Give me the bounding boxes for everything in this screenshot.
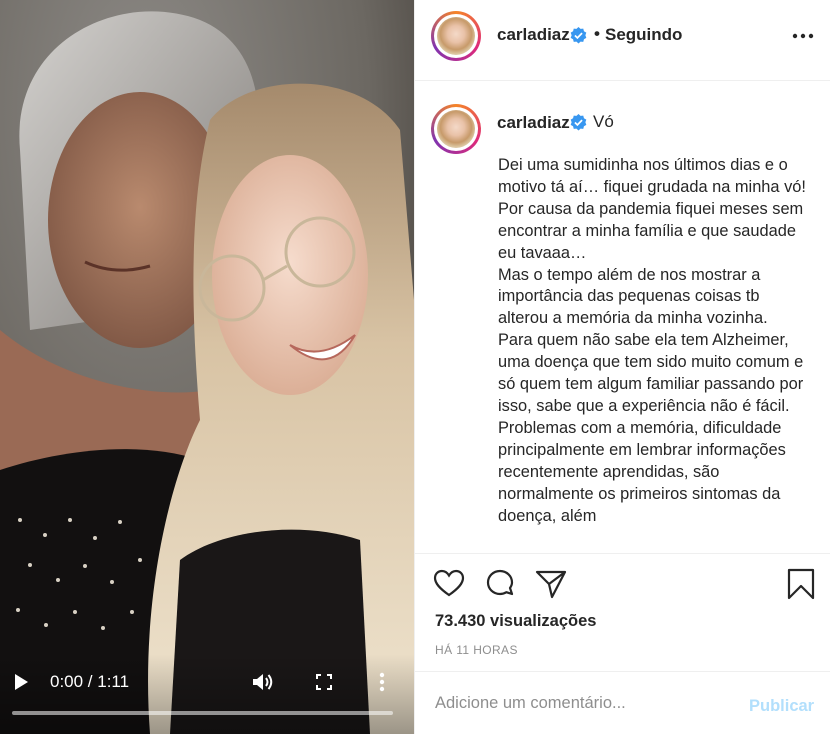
post-panel: carladiaz • Seguindo carladiaz Vó Dei um…	[414, 0, 830, 734]
following-button[interactable]: Seguindo	[605, 25, 682, 45]
verified-badge-icon	[570, 27, 587, 44]
post-options-button[interactable]	[791, 24, 815, 48]
play-icon	[15, 674, 28, 690]
comment-button[interactable]	[484, 568, 516, 600]
more-horizontal-icon	[792, 33, 814, 39]
volume-button[interactable]	[250, 670, 276, 694]
volume-icon	[253, 674, 273, 690]
video-more-button[interactable]	[372, 670, 392, 694]
caption-title: Vó	[593, 112, 614, 131]
more-vertical-icon	[379, 672, 385, 692]
avatar[interactable]	[431, 11, 481, 61]
send-icon	[535, 570, 567, 599]
video-time: 0:00 / 1:11	[50, 672, 130, 691]
comment-bar: Publicar	[415, 671, 830, 734]
video-controls-overlay	[0, 654, 414, 734]
header-separator: •	[594, 24, 600, 43]
header-username[interactable]: carladiaz	[497, 25, 570, 45]
video-progress-bar[interactable]	[12, 711, 393, 715]
bookmark-icon	[787, 568, 815, 600]
post-header: carladiaz • Seguindo	[415, 0, 830, 81]
video-player[interactable]: 0:00 / 1:11	[0, 0, 414, 734]
comment-icon	[486, 569, 514, 596]
share-button[interactable]	[535, 568, 567, 600]
caption-section[interactable]: carladiaz Vó Dei uma sumidinha nos últim…	[415, 82, 830, 552]
verified-badge-icon	[570, 114, 587, 131]
fullscreen-button[interactable]	[312, 670, 336, 694]
fullscreen-icon	[316, 674, 332, 690]
heart-icon	[433, 569, 465, 597]
comment-input[interactable]	[435, 690, 735, 716]
save-button[interactable]	[785, 568, 817, 600]
video-frame	[0, 0, 414, 734]
post-timestamp[interactable]: HÁ 11 HORAS	[435, 643, 518, 657]
publish-button[interactable]: Publicar	[749, 697, 814, 716]
caption-text: Dei uma sumidinha nos últimos dias e o m…	[498, 156, 806, 525]
caption-username[interactable]: carladiaz	[497, 113, 570, 133]
post-actions: 73.430 visualizações HÁ 11 HORAS	[415, 553, 830, 671]
view-count[interactable]: 73.430 visualizações	[435, 612, 596, 631]
like-button[interactable]	[433, 568, 465, 600]
caption-avatar[interactable]	[431, 104, 481, 154]
play-button[interactable]	[8, 670, 34, 694]
